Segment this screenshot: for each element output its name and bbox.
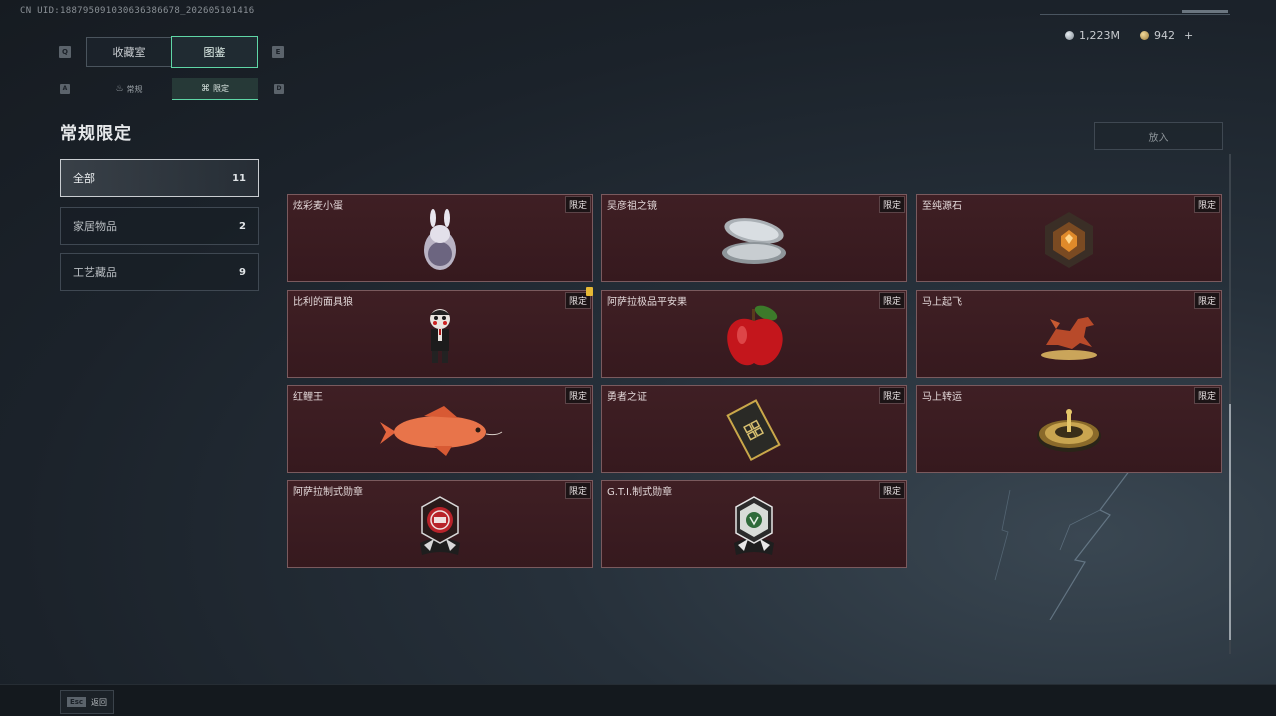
footer-bar [0,684,1276,716]
category-label: 家居物品 [73,220,117,233]
category-count: 2 [239,220,246,232]
rainbow-egg-icon [424,208,456,270]
put-in-button[interactable]: 放入 [1094,122,1223,150]
new-badge [586,287,593,296]
subtab-limited[interactable]: ⌘ 限定 [172,78,258,100]
compact-mirror-icon [722,217,786,264]
item-name: 阿萨拉制式勋章 [293,487,363,498]
item-card[interactable]: 至纯源石 限定 [916,194,1222,282]
item-card[interactable]: 比利的面具狼 限定 [287,287,593,378]
item-card[interactable]: 吴彦祖之镜 限定 [601,194,907,282]
item-name: 勇者之证 [607,392,647,403]
category-count: 9 [239,266,246,278]
item-card[interactable]: 勇者之证 限定 [601,385,907,473]
pure-source-stone-icon [1045,211,1093,268]
item-name: 炫彩麦小蛋 [293,201,343,212]
tab-collection-room[interactable]: 收藏室 [86,37,171,67]
back-button[interactable]: Esc 返回 [60,690,114,714]
category-count: 11 [232,172,246,184]
silver-coin-icon [1065,31,1074,40]
gold-coin-icon [1140,31,1149,40]
category-all[interactable]: 全部 11 [60,159,259,197]
item-name: 吴彦祖之镜 [607,201,657,212]
top-divider [1040,14,1230,15]
limited-tag: 限定 [878,196,905,213]
category-crafts[interactable]: 工艺藏品 9 [60,253,259,291]
red-carp-icon [380,405,503,456]
item-card[interactable]: 红鲤王 限定 [287,385,593,473]
page-title: 常规限定 [60,124,132,144]
gold-amount: 942 [1154,29,1175,42]
item-name: 马上起飞 [922,297,962,308]
asara-medal-icon [420,495,460,555]
horse-figurine-icon [1041,316,1097,360]
limited-tag: 限定 [1193,387,1220,404]
limited-tag: 限定 [564,482,591,499]
apple-icon [727,305,783,365]
item-card[interactable]: 马上转运 限定 [916,385,1222,473]
tab-catalog[interactable]: 图鉴 [171,36,258,68]
back-label: 返回 [91,697,108,707]
limited-tag: 限定 [564,196,591,213]
category-home-items[interactable]: 家居物品 2 [60,207,259,245]
subtab-normal[interactable]: ♨ 常规 [86,78,172,100]
limited-tag: 限定 [878,292,905,309]
item-card[interactable]: 阿萨拉极品平安果 限定 [601,290,907,378]
item-card[interactable]: G.T.I.制式勋章 限定 [601,480,907,568]
billy-puppet-icon [430,308,450,363]
esc-key-hint: Esc [66,697,87,707]
item-card[interactable]: 阿萨拉制式勋章 限定 [287,480,593,568]
limited-tag: 限定 [564,387,591,404]
key-e-hint: E [272,46,284,58]
subtab-normal-label: 常规 [126,84,143,94]
scrollbar-thumb[interactable] [1229,404,1231,640]
limited-tag: 限定 [1193,196,1220,213]
gold-currency[interactable]: 942 + [1140,29,1193,42]
item-name: 阿萨拉极品平安果 [607,297,687,308]
item-name: 至纯源石 [922,201,962,212]
limited-tag: 限定 [878,387,905,404]
key-q-hint: Q [59,46,71,58]
hero-badge-card-icon [726,398,781,461]
subtab-limited-label: 限定 [213,84,229,93]
limited-tag: 限定 [1193,292,1220,309]
fortune-compass-icon [1037,408,1101,452]
limited-icon: ⌘ [201,83,210,94]
top-indicator [1182,10,1228,13]
silver-currency: 1,223M [1065,29,1120,42]
player-uid: CN UID:188795091030636386678_20260510141… [20,6,255,16]
lightning-decoration [994,470,1131,620]
key-d-hint: D [274,84,284,94]
item-name: 红鲤王 [293,392,323,403]
category-label: 全部 [73,172,95,185]
key-a-hint: A [60,84,70,94]
item-name: 马上转运 [922,392,962,403]
limited-tag: 限定 [878,482,905,499]
item-card[interactable]: 炫彩麦小蛋 限定 [287,194,593,282]
silver-amount: 1,223M [1079,29,1120,42]
item-card[interactable]: 马上起飞 限定 [916,290,1222,378]
category-label: 工艺藏品 [73,266,117,279]
gti-medal-icon [734,495,774,555]
item-name: G.T.I.制式勋章 [607,487,673,498]
add-currency-button[interactable]: + [1184,29,1193,42]
flame-icon: ♨ [115,84,124,94]
item-name: 比利的面具狼 [293,297,353,308]
